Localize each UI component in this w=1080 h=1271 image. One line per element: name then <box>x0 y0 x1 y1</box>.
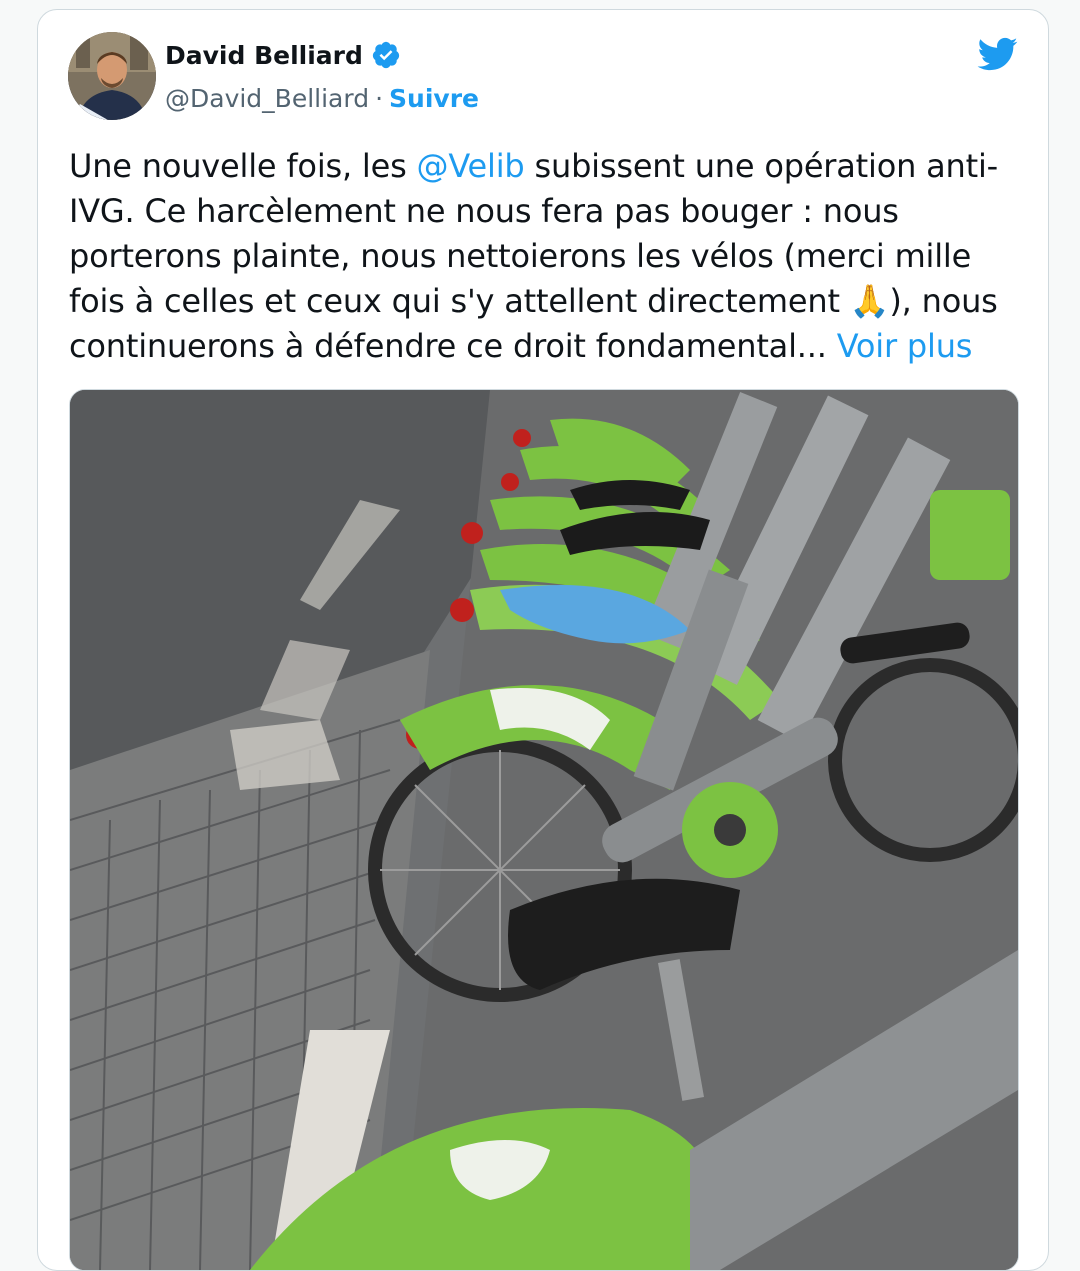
tweet-text: Une nouvelle fois, les @Velib subissent … <box>69 144 1029 369</box>
author-row: David Belliard <box>165 40 401 70</box>
twitter-bird-icon[interactable] <box>976 36 1018 72</box>
tweet-text-part1: Une nouvelle fois, les <box>69 147 417 185</box>
verified-badge-icon <box>372 41 400 69</box>
separator: · <box>375 84 384 113</box>
tweet-card[interactable]: David Belliard @David_Belliard · Suivre … <box>37 9 1049 1271</box>
avatar[interactable] <box>68 32 156 120</box>
tweet-photo[interactable] <box>69 389 1019 1270</box>
author-name[interactable]: David Belliard <box>165 41 363 70</box>
follow-button[interactable]: Suivre <box>389 84 479 113</box>
author-handle[interactable]: @David_Belliard <box>165 84 369 113</box>
avatar-image <box>68 32 156 120</box>
see-more-link[interactable]: Voir plus <box>837 327 973 365</box>
mention-link[interactable]: @Velib <box>417 147 525 185</box>
handle-row: @David_Belliard · Suivre <box>165 84 479 113</box>
bike-photo <box>70 390 1018 1270</box>
